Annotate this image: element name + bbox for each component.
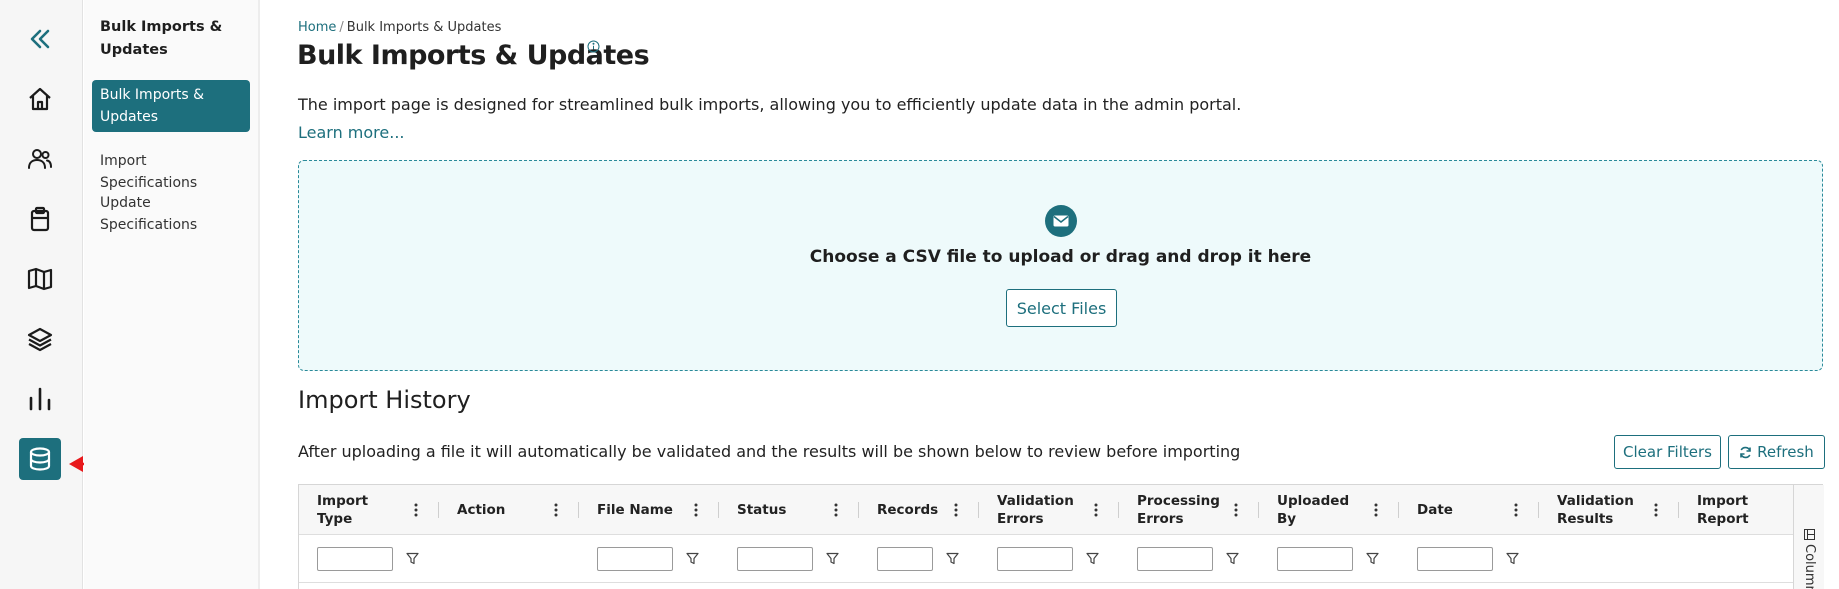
filter-icon[interactable] — [686, 552, 699, 565]
breadcrumb-current: Bulk Imports & Updates — [346, 20, 502, 35]
layers-icon[interactable] — [19, 318, 61, 360]
dropzone-instructions: Choose a CSV file to upload or drag and … — [809, 247, 1312, 267]
import-history-table: Import Type Action File Name Status Reco… — [298, 484, 1824, 589]
kebab-menu-icon[interactable] — [694, 502, 698, 518]
filter-icon[interactable] — [1226, 552, 1239, 565]
subnav-item-bulk-imports[interactable]: Bulk Imports & Updates — [92, 80, 250, 132]
column-header-records[interactable]: Records — [877, 485, 957, 535]
clipboard-icon[interactable] — [19, 198, 61, 240]
kebab-menu-icon[interactable] — [834, 502, 838, 518]
column-divider[interactable] — [438, 502, 439, 518]
filter-icon[interactable] — [946, 552, 959, 565]
learn-more-link[interactable]: Learn more... — [298, 123, 405, 142]
clear-filters-button[interactable]: Clear Filters — [1614, 435, 1721, 469]
import-history-description: After uploading a file it will automatic… — [298, 442, 1241, 461]
column-divider[interactable] — [1538, 502, 1539, 518]
filter-input-records[interactable] — [877, 547, 933, 571]
column-header-import-type[interactable]: Import Type — [317, 485, 407, 535]
filter-icon[interactable] — [826, 552, 839, 565]
filter-input-uploaded-by[interactable] — [1277, 547, 1353, 571]
kebab-menu-icon[interactable] — [414, 502, 418, 518]
column-divider[interactable] — [1118, 502, 1119, 518]
users-icon[interactable] — [19, 138, 61, 180]
columns-icon — [1804, 529, 1815, 540]
info-icon[interactable] — [587, 40, 600, 53]
divider — [258, 0, 260, 589]
column-divider[interactable] — [718, 502, 719, 518]
refresh-button[interactable]: Refresh — [1728, 435, 1825, 469]
select-files-button[interactable]: Select Files — [1006, 289, 1117, 327]
import-history-title: Import History — [298, 386, 471, 414]
kebab-menu-icon[interactable] — [1514, 502, 1518, 518]
column-header-processing-errors[interactable]: Processing Errors — [1137, 485, 1227, 535]
home-icon[interactable] — [19, 78, 61, 120]
column-header-file-name[interactable]: File Name — [597, 485, 687, 535]
kebab-menu-icon[interactable] — [954, 502, 958, 518]
bar-chart-icon[interactable] — [19, 378, 61, 420]
filter-input-processing-errors[interactable] — [1137, 547, 1213, 571]
collapse-icon[interactable] — [19, 18, 61, 60]
column-header-status[interactable]: Status — [737, 485, 827, 535]
kebab-menu-icon[interactable] — [1374, 502, 1378, 518]
column-divider[interactable] — [978, 502, 979, 518]
column-header-validation-errors[interactable]: Validation Errors — [997, 485, 1087, 535]
envelope-icon — [1045, 205, 1077, 237]
table-header-row: Import Type Action File Name Status Reco… — [299, 485, 1822, 535]
columns-tool-tab[interactable]: Columns — [1802, 529, 1817, 589]
file-dropzone[interactable]: Choose a CSV file to upload or drag and … — [298, 160, 1823, 371]
filter-input-validation-errors[interactable] — [997, 547, 1073, 571]
filter-input-date[interactable] — [1417, 547, 1493, 571]
column-divider[interactable] — [1258, 502, 1259, 518]
page-description: The import page is designed for streamli… — [298, 95, 1242, 114]
filter-icon[interactable] — [1086, 552, 1099, 565]
filter-input-status[interactable] — [737, 547, 813, 571]
map-icon[interactable] — [19, 258, 61, 300]
column-header-validation-results[interactable]: Validation Results — [1557, 485, 1647, 535]
filter-input-import-type[interactable] — [317, 547, 393, 571]
subnav-title: Bulk Imports & Updates — [100, 19, 223, 58]
refresh-label: Refresh — [1757, 443, 1814, 461]
filter-icon[interactable] — [1506, 552, 1519, 565]
filter-icon[interactable] — [406, 552, 419, 565]
column-header-date[interactable]: Date — [1417, 485, 1507, 535]
subnav-item-import-specifications[interactable]: Import Specifications — [92, 150, 250, 194]
sub-navigation: Bulk Imports & Updates Bulk Imports & Up… — [84, 0, 258, 589]
columns-tool-label: Columns — [1802, 544, 1817, 589]
icon-rail — [0, 0, 83, 589]
column-divider[interactable] — [858, 502, 859, 518]
subnav-item-update-specifications[interactable]: Update Specifications — [92, 192, 250, 236]
breadcrumb: Home / Bulk Imports & Updates — [298, 20, 501, 35]
kebab-menu-icon[interactable] — [554, 502, 558, 518]
column-header-action[interactable]: Action — [457, 485, 547, 535]
refresh-icon — [1740, 446, 1751, 458]
column-header-import-report[interactable]: Import Report — [1697, 485, 1777, 535]
kebab-menu-icon[interactable] — [1234, 502, 1238, 518]
column-divider[interactable] — [1678, 502, 1679, 518]
breadcrumb-separator: / — [339, 20, 344, 35]
breadcrumb-home-link[interactable]: Home — [298, 20, 336, 35]
column-header-uploaded-by[interactable]: Uploaded By — [1277, 485, 1367, 535]
filter-icon[interactable] — [1366, 552, 1379, 565]
database-icon[interactable] — [19, 438, 61, 480]
filter-input-file-name[interactable] — [597, 547, 673, 571]
table-filter-row — [299, 535, 1822, 583]
kebab-menu-icon[interactable] — [1094, 502, 1098, 518]
column-divider[interactable] — [578, 502, 579, 518]
kebab-menu-icon[interactable] — [1654, 502, 1658, 518]
columns-side-panel[interactable]: Columns — [1793, 485, 1824, 589]
column-divider[interactable] — [1398, 502, 1399, 518]
